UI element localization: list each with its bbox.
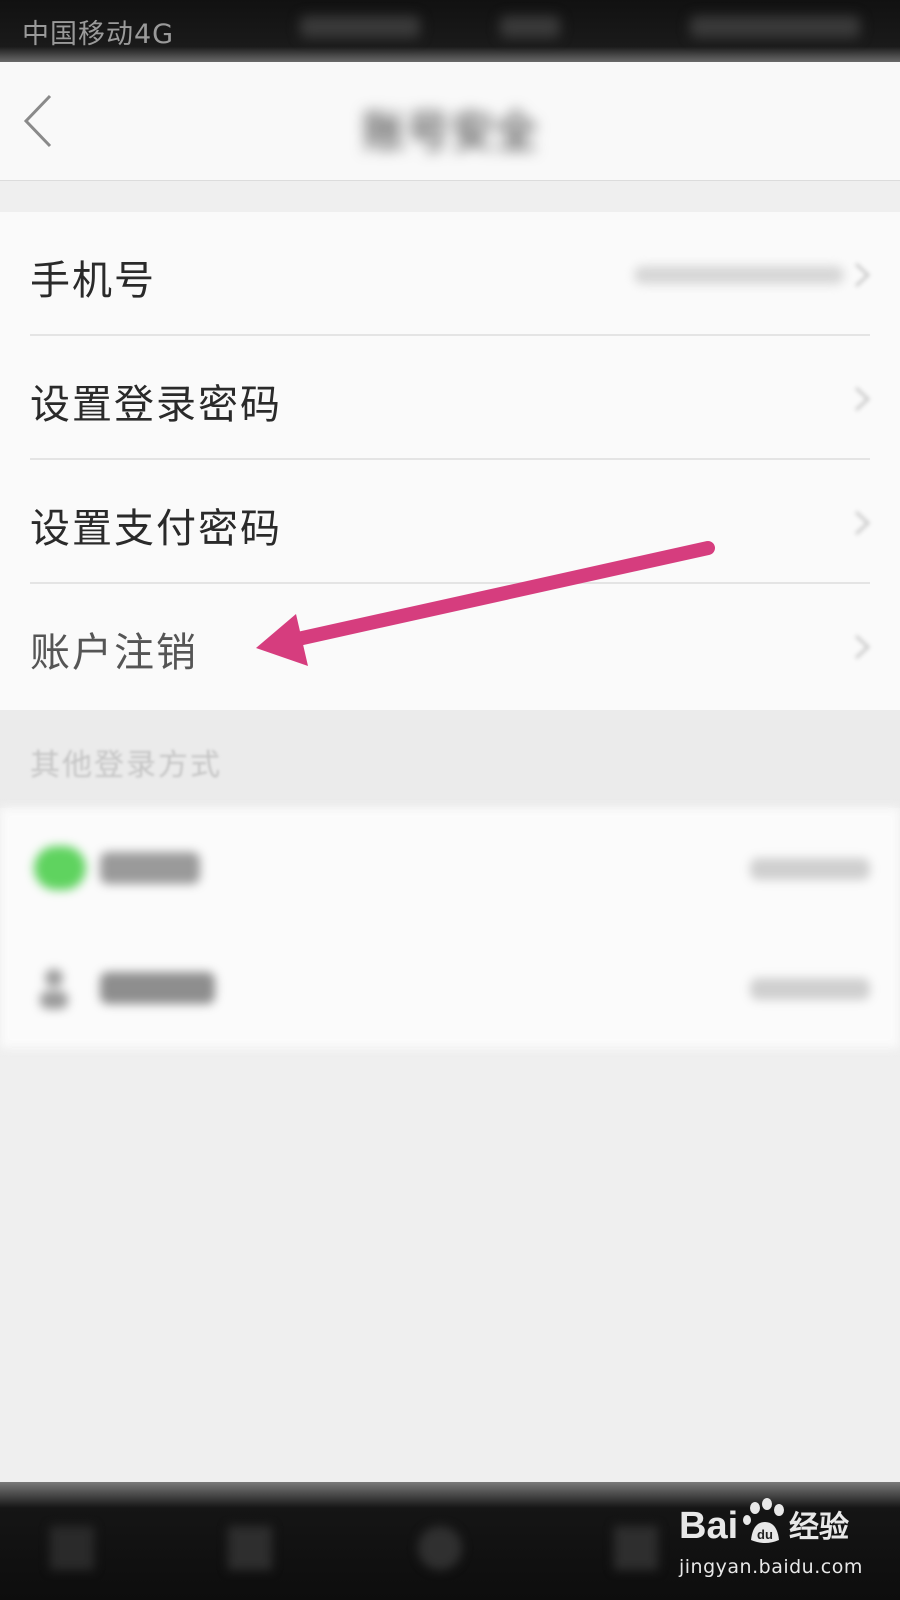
settings-item-login-password[interactable]: 设置登录密码 [0,336,900,460]
chevron-right-icon [854,634,871,660]
section-header-other-login: 其他登录方式 [0,710,900,808]
baidu-jingyan-watermark: Bai du 经验 jingyan.baidu.com [679,1494,862,1578]
settings-item-label: 设置登录密码 [30,382,282,428]
login-status-blurred [750,858,870,880]
settings-item-phone[interactable]: 手机号 [0,212,900,336]
svg-text:Bai: Bai [679,1505,738,1547]
page-title: 账号安全 [362,107,538,158]
settings-list: 手机号 设置登录密码 设置支付密码 账户注销 [0,212,900,710]
carrier-label: 中国移动4G [22,19,175,50]
watermark-brand-text: 经验 [789,1510,849,1545]
phone-value-blurred [634,266,844,284]
nav-home-icon[interactable] [418,1526,462,1570]
other-login-list [0,808,900,1048]
login-status-blurred [750,978,870,1000]
svg-text:du: du [757,1527,773,1542]
login-name-blurred [100,852,200,884]
baidu-paw-icon: Bai du [679,1498,784,1547]
phone-screen: 中国移动4G 账号安全 手机号 设置登录密码 设置支付密码 账户注销 其他登录方… [0,0,900,1600]
wechat-icon [34,846,86,890]
status-icons-blurred [300,16,420,38]
chevron-right-icon [854,510,871,536]
chevron-right-icon [854,386,871,412]
nav-bar: 账号安全 [0,62,900,181]
chevron-right-icon [854,262,871,288]
settings-item-label: 账户注销 [30,630,198,676]
nav-back-icon[interactable] [228,1526,272,1570]
login-item-wechat[interactable] [0,808,900,928]
watermark-url: jingyan.baidu.com [679,1556,863,1578]
section-header-label: 其他登录方式 [30,748,222,783]
settings-item-account-cancel[interactable]: 账户注销 [0,584,900,708]
status-bar: 中国移动4G [0,0,900,62]
settings-item-label: 设置支付密码 [30,506,282,552]
nav-recent-icon[interactable] [614,1526,658,1570]
status-icons-blurred [500,16,560,38]
settings-item-pay-password[interactable]: 设置支付密码 [0,460,900,584]
login-name-blurred [100,972,215,1004]
settings-item-label: 手机号 [30,258,156,304]
status-icons-blurred [690,16,860,38]
system-nav-bar: Bai du 经验 jingyan.baidu.com [0,1482,900,1600]
person-icon [40,969,68,1009]
login-item-other[interactable] [0,928,900,1048]
nav-menu-icon[interactable] [50,1526,94,1570]
